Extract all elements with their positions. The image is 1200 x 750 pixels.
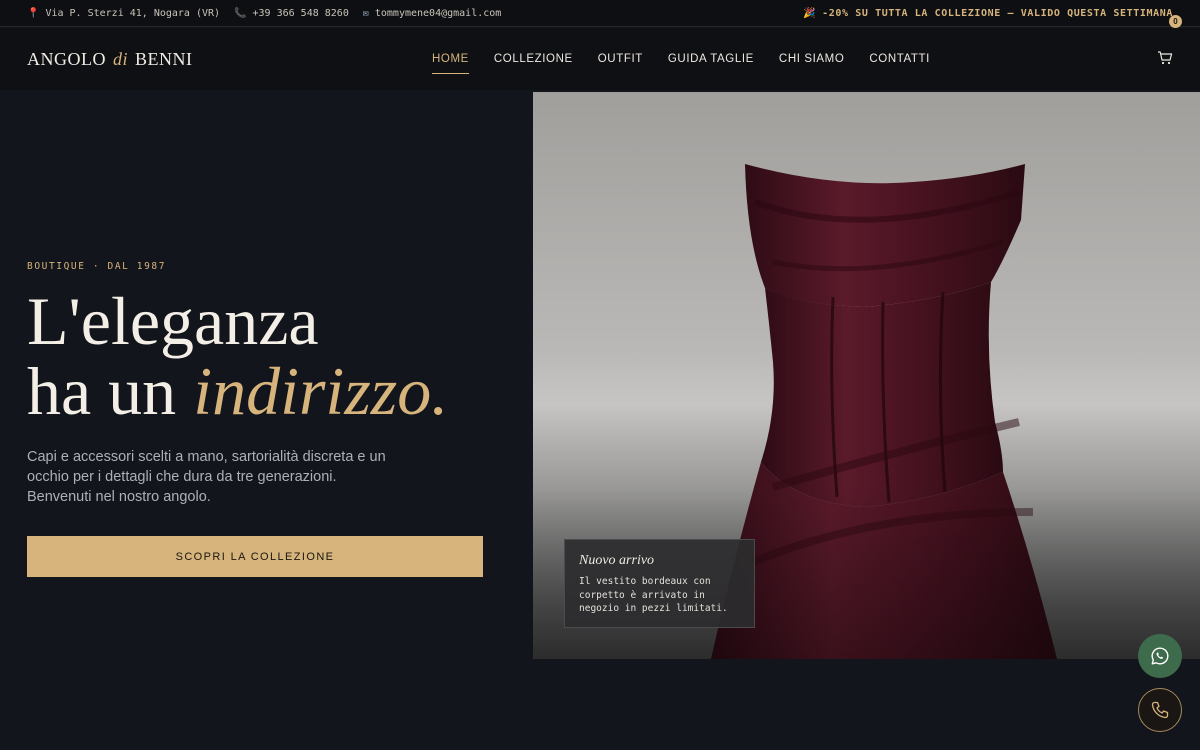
logo-word-2: di bbox=[113, 48, 129, 69]
pin-icon: 📍 bbox=[27, 7, 40, 19]
nav-chi-siamo[interactable]: CHI SIAMO bbox=[779, 49, 844, 69]
logo[interactable]: ANGOLO di BENNI bbox=[27, 49, 193, 70]
hero-lead: Capi e accessori scelti a mano, sartoria… bbox=[27, 449, 386, 505]
cart-count-badge: 0 bbox=[1169, 15, 1182, 28]
party-icon: 🎉 bbox=[803, 7, 817, 19]
address-text: Via P. Sterzi 41, Nogara (VR) bbox=[45, 7, 221, 19]
email-text[interactable]: tommymene04@gmail.com bbox=[375, 8, 501, 19]
hero-eyebrow: BOUTIQUE · DAL 1987 bbox=[27, 261, 167, 272]
main-nav: HOME COLLEZIONE OUTFIT GUIDA TAGLIE CHI … bbox=[432, 28, 930, 90]
discover-collection-button[interactable]: SCOPRI LA COLLEZIONE bbox=[27, 536, 483, 577]
contact-info: 📍 Via P. Sterzi 41, Nogara (VR) 📞 +39 36… bbox=[27, 8, 501, 19]
top-info-bar: 📍 Via P. Sterzi 41, Nogara (VR) 📞 +39 36… bbox=[0, 0, 1200, 27]
headline-line-1: L'eleganza bbox=[27, 283, 319, 359]
phone[interactable]: 📞 +39 366 548 8260 bbox=[234, 8, 349, 19]
mail-icon: ✉ bbox=[362, 7, 369, 19]
logo-word-3: BENNI bbox=[135, 48, 193, 69]
nav-collezione[interactable]: COLLEZIONE bbox=[494, 49, 573, 69]
headline-line-2: ha un bbox=[27, 353, 194, 429]
phone-icon: 📞 bbox=[234, 7, 247, 19]
email[interactable]: ✉ tommymene04@gmail.com bbox=[363, 8, 501, 19]
call-button[interactable] bbox=[1138, 688, 1182, 732]
promo-text: -20% SU TUTTA LA COLLEZIONE — VALIDO QUE… bbox=[822, 7, 1173, 19]
address: 📍 Via P. Sterzi 41, Nogara (VR) bbox=[27, 8, 220, 19]
phone-icon bbox=[1151, 701, 1169, 719]
whatsapp-icon bbox=[1151, 647, 1169, 665]
phone-text[interactable]: +39 366 548 8260 bbox=[253, 8, 349, 19]
new-arrival-card: Nuovo arrivo Il vestito bordeaux con cor… bbox=[564, 539, 755, 628]
nav-guida-taglie[interactable]: GUIDA TAGLIE bbox=[668, 49, 754, 69]
headline-accent: indirizzo. bbox=[193, 353, 449, 429]
whatsapp-button[interactable] bbox=[1138, 634, 1182, 678]
cart-icon[interactable] bbox=[1157, 50, 1173, 66]
new-arrival-text: Il vestito bordeaux con corpetto è arriv… bbox=[579, 576, 728, 614]
promo-banner: 🎉 -20% SU TUTTA LA COLLEZIONE — VALIDO Q… bbox=[803, 8, 1173, 19]
new-arrival-title: Nuovo arrivo bbox=[579, 553, 655, 568]
nav-home[interactable]: HOME bbox=[432, 49, 469, 74]
hero-headline: L'eleganza ha un indirizzo. bbox=[27, 286, 448, 426]
nav-outfit[interactable]: OUTFIT bbox=[598, 49, 643, 69]
logo-word-1: ANGOLO bbox=[27, 48, 106, 69]
site-header: ANGOLO di BENNI HOME COLLEZIONE OUTFIT G… bbox=[0, 28, 1200, 90]
nav-contatti[interactable]: CONTATTI bbox=[869, 49, 930, 69]
